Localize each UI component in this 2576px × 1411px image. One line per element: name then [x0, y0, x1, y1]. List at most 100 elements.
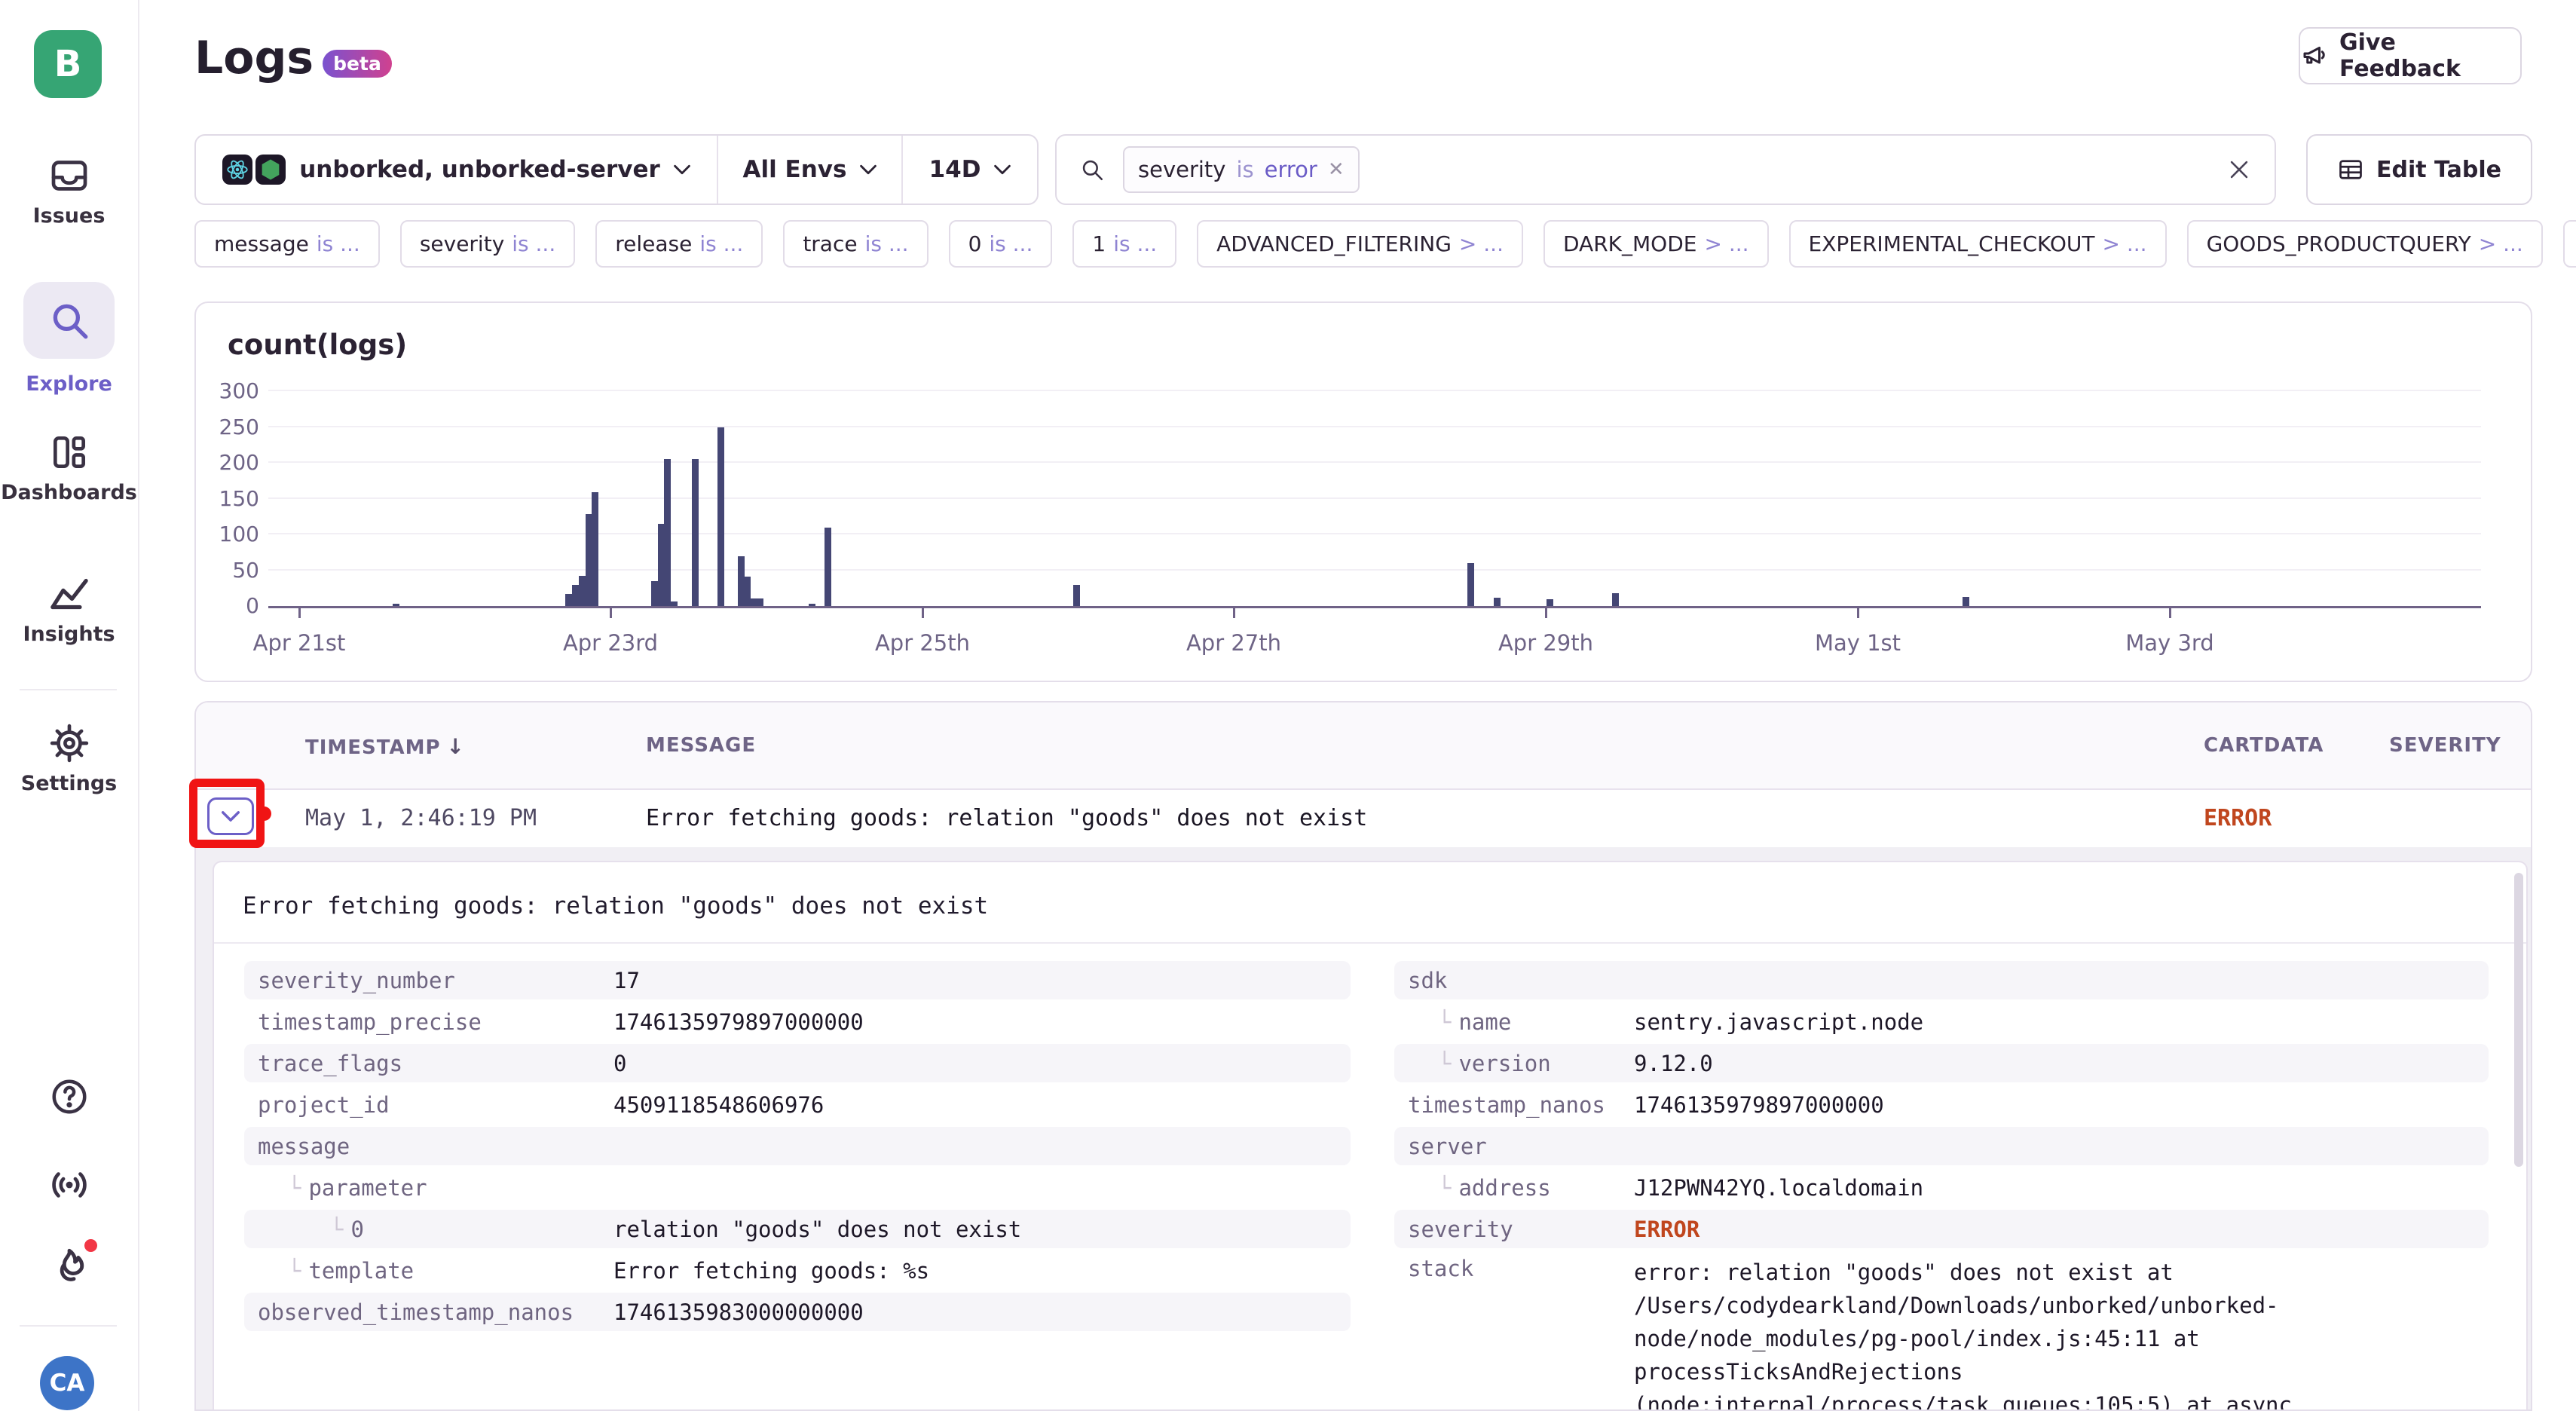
y-axis-tick-label: 250 [199, 415, 259, 439]
x-axis-tick [1233, 607, 1235, 618]
tree-connector: └ [1438, 1175, 1451, 1201]
edit-table-button[interactable]: Edit Table [2306, 134, 2532, 205]
attribute-key: server [1394, 1134, 1634, 1159]
chart-bar [572, 585, 579, 606]
user-avatar[interactable]: CA [40, 1356, 94, 1410]
sidebar-item-settings[interactable]: Settings [0, 722, 138, 795]
clear-search-icon[interactable] [2226, 157, 2252, 182]
sidebar-item-dashboards[interactable]: Dashboards [0, 431, 138, 504]
attribute-value: 1746135979897000000 [1634, 1088, 2489, 1122]
attribute-row: timestamp_precise1746135979897000000 [244, 1002, 1351, 1041]
log-table-row[interactable]: May 1, 2:46:19 PM Error fetching goods: … [196, 790, 2531, 847]
chart-bar [671, 601, 678, 606]
annotation-highlight-dot [257, 807, 271, 821]
x-axis-tick [1545, 607, 1547, 618]
attribute-row: server [1394, 1127, 2489, 1165]
give-feedback-button[interactable]: Give Feedback [2299, 27, 2522, 84]
column-header-severity[interactable]: SEVERITY [2389, 734, 2501, 757]
filter-chip[interactable]: severityis ... [400, 220, 575, 268]
notification-dot [84, 1239, 97, 1252]
attribute-value: J12PWN42YQ.localdomain [1634, 1171, 2489, 1204]
sidebar-item-explore[interactable] [23, 282, 115, 359]
log-search-input[interactable]: severity is error ✕ [1055, 134, 2276, 205]
attribute-row: └namesentry.javascript.node [1394, 1002, 2489, 1041]
attribute-key: timestamp_precise [244, 1009, 613, 1035]
x-axis-tick [298, 607, 301, 618]
page-title: Logs [194, 32, 314, 84]
org-logo[interactable]: B [34, 30, 102, 98]
attribute-row: stackerror: relation "goods" does not ex… [1394, 1251, 2489, 1411]
annotation-highlight-box [189, 779, 265, 848]
chart-plot-area [268, 391, 2481, 608]
y-axis-tick-label: 300 [199, 378, 259, 403]
filter-chip[interactable]: GOODS_PRODUCTQUERY> ... [2187, 220, 2543, 268]
node-platform-icon [255, 155, 286, 185]
log-detail-message: Error fetching goods: relation "goods" d… [243, 892, 988, 920]
attribute-row: └templateError fetching goods: %s [244, 1251, 1351, 1290]
attribute-key: └template [244, 1258, 613, 1284]
tree-connector: └ [330, 1217, 343, 1242]
project-selector-label: unborked, unborked-server [299, 156, 660, 183]
chart-bar [825, 528, 831, 607]
attribute-key: └version [1394, 1051, 1634, 1076]
search-filter-token[interactable]: severity is error ✕ [1123, 146, 1360, 193]
attribute-key: stack [1394, 1256, 1634, 1281]
filter-chip[interactable]: 0is ... [949, 220, 1053, 268]
attribute-key: message [244, 1134, 613, 1159]
attribute-value: relation "goods" does not exist [613, 1213, 1351, 1246]
chart-bar [565, 594, 572, 606]
dashboards-icon [0, 431, 138, 473]
attribute-value: ERROR [1634, 1213, 2489, 1246]
chart-bar [1612, 593, 1619, 606]
x-axis-tick-label: Apr 25th [847, 630, 998, 656]
detail-scrollbar[interactable] [2514, 873, 2523, 1167]
filter-chip[interactable]: messageis ... [194, 220, 380, 268]
sidebar-item-issues[interactable]: Issues [0, 155, 138, 228]
search-icon [47, 298, 91, 342]
attribute-key: project_id [244, 1092, 613, 1118]
remove-token-icon[interactable]: ✕ [1328, 158, 1345, 181]
help-button[interactable] [0, 1076, 138, 1117]
row-severity-badge: ERROR [2204, 805, 2272, 831]
environment-selector[interactable]: All Envs [717, 136, 903, 204]
see-full-list-chip[interactable]: See full list [2563, 220, 2576, 268]
column-header-timestamp[interactable]: TIMESTAMP↓ [305, 734, 465, 759]
gear-icon [0, 722, 138, 764]
sidebar-divider-bottom [20, 1325, 117, 1327]
x-axis-tick-label: May 3rd [2094, 630, 2245, 656]
attribute-key: sdk [1394, 968, 1634, 993]
filter-chip[interactable]: DARK_MODE> ... [1543, 220, 1769, 268]
chart-bar [1467, 563, 1474, 606]
date-range-label: 14D [929, 156, 981, 183]
filter-chip[interactable]: ADVANCED_FILTERING> ... [1197, 220, 1523, 268]
project-selector[interactable]: unborked, unborked-server [196, 136, 717, 204]
chart-bar [664, 459, 671, 606]
chevron-down-icon [994, 164, 1011, 175]
attribute-key: └parameter [244, 1175, 613, 1201]
column-header-message[interactable]: MESSAGE [646, 734, 756, 757]
onboarding-button[interactable] [0, 1245, 138, 1289]
y-axis-tick-label: 200 [199, 450, 259, 475]
attribute-key: └0 [244, 1217, 613, 1242]
chart-bar [1494, 598, 1501, 606]
project-platform-icons [222, 155, 286, 185]
column-header-cartdata[interactable]: CARTDATA [2204, 734, 2324, 757]
filter-chip[interactable]: releaseis ... [595, 220, 763, 268]
filter-chip[interactable]: traceis ... [783, 220, 928, 268]
logs-table-panel: TIMESTAMP↓ MESSAGE CARTDATA SEVERITY May… [194, 701, 2532, 1411]
log-detail-section: Error fetching goods: relation "goods" d… [196, 847, 2531, 1409]
filter-chip[interactable]: 1is ... [1072, 220, 1176, 268]
sidebar-item-insights[interactable]: Insights [0, 573, 138, 646]
sidebar-item-explore-label[interactable]: Explore [0, 365, 138, 396]
x-axis-tick-label: Apr 23rd [535, 630, 686, 656]
attribute-value: 9.12.0 [1634, 1047, 2489, 1080]
beta-badge: beta [323, 50, 392, 78]
attribute-row: └parameter [244, 1168, 1351, 1207]
date-range-selector[interactable]: 14D [903, 136, 1037, 204]
filter-chip[interactable]: EXPERIMENTAL_CHECKOUT> ... [1789, 220, 2167, 268]
whats-new-button[interactable] [0, 1164, 138, 1206]
tree-connector: └ [1438, 1051, 1451, 1076]
attribute-row: severity_number17 [244, 961, 1351, 999]
sidebar-item-label: Issues [0, 204, 138, 228]
attribute-value: 0 [613, 1047, 1351, 1080]
